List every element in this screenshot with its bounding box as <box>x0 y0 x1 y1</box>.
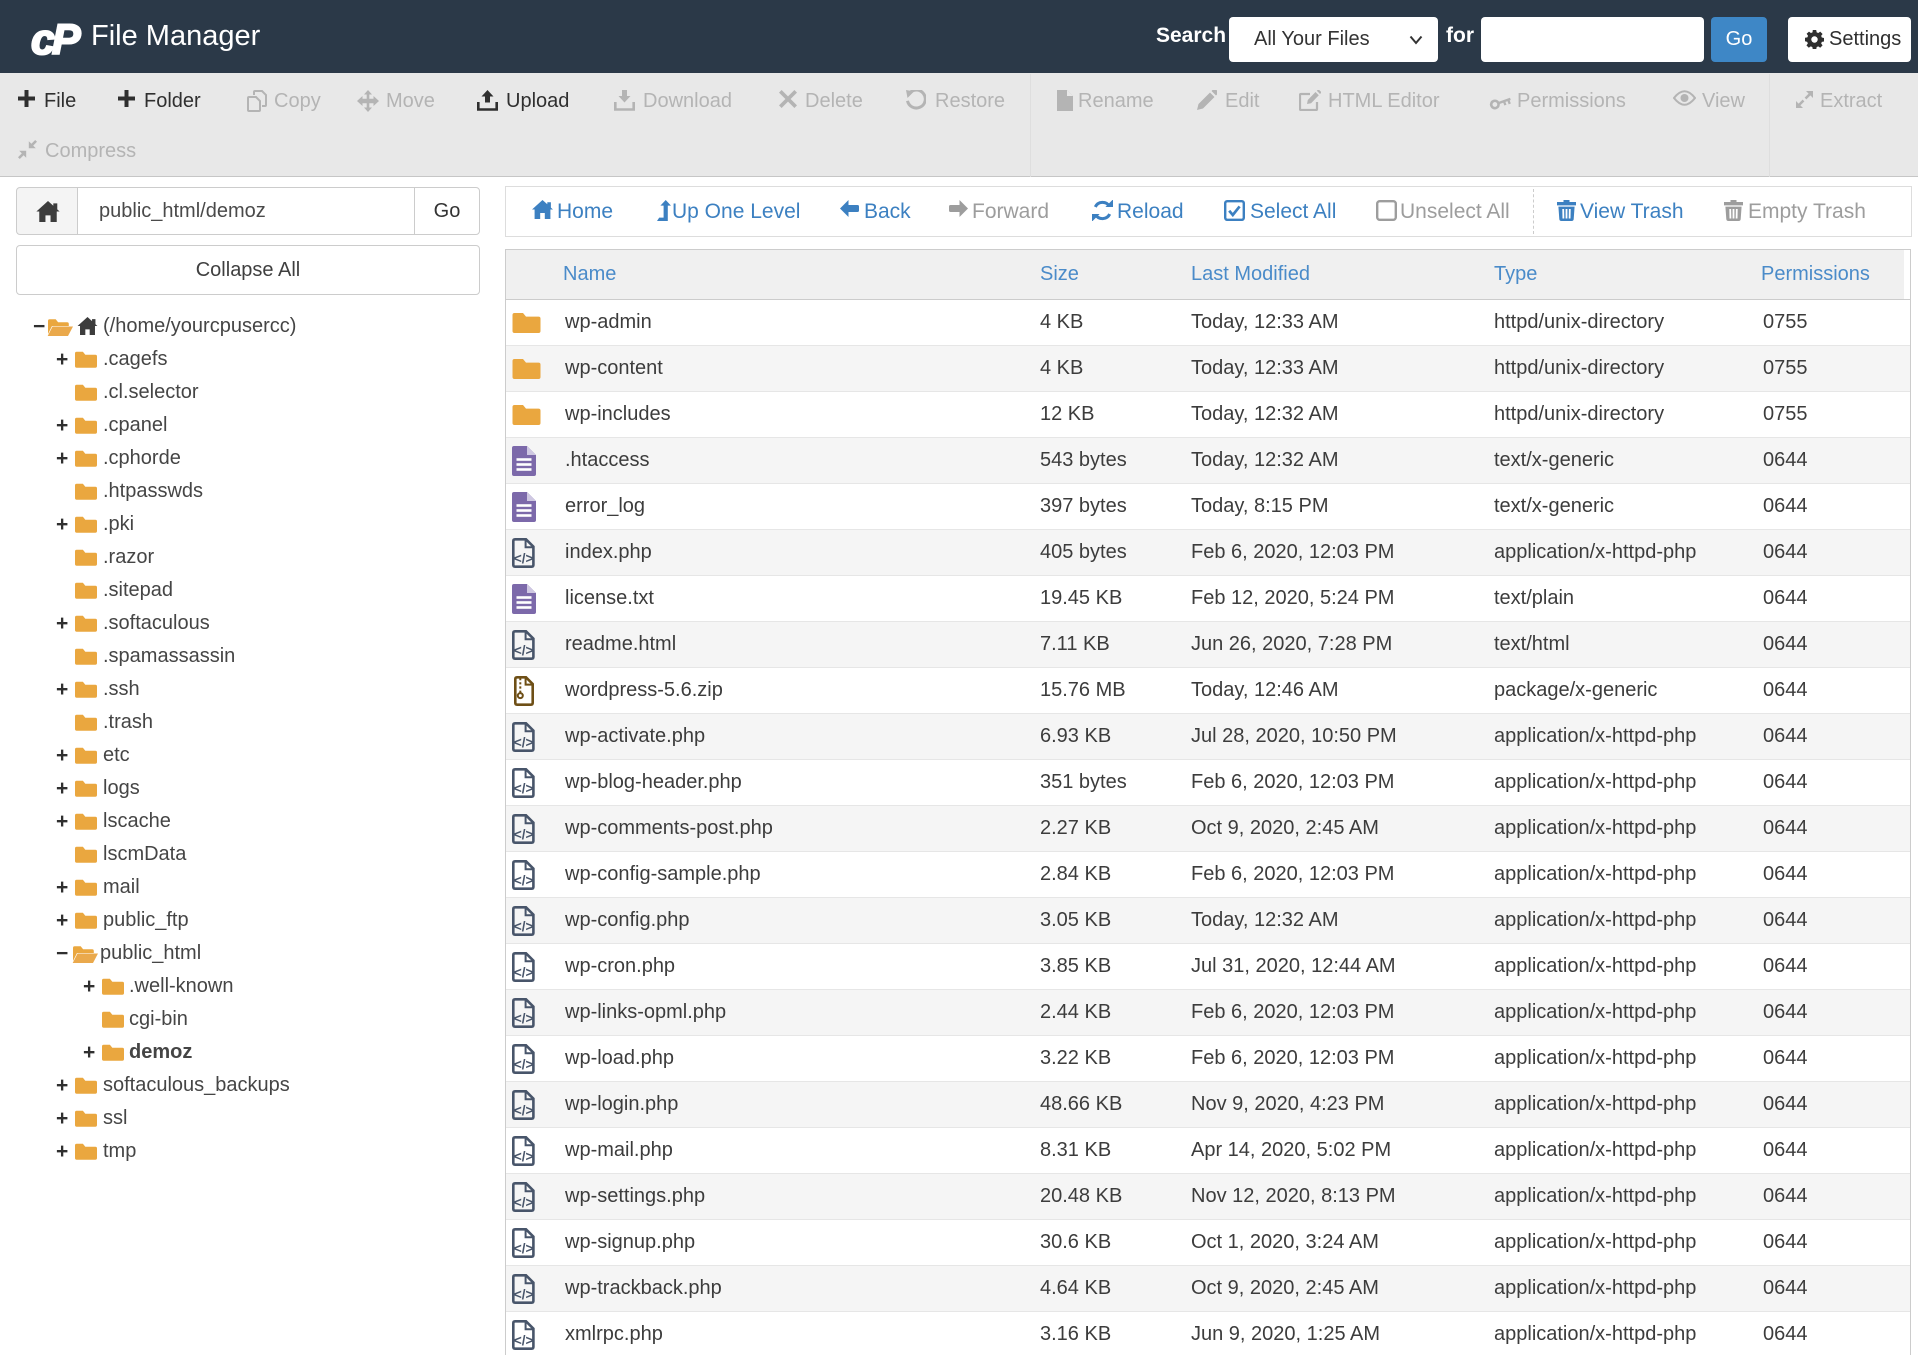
svg-text:</>: </> <box>514 919 534 934</box>
svg-text:</>: </> <box>514 1241 534 1256</box>
svg-text:</>: </> <box>514 1103 534 1118</box>
svg-text:</>: </> <box>514 1011 534 1026</box>
svg-text:</>: </> <box>514 1149 534 1164</box>
svg-text:</>: </> <box>514 643 534 658</box>
svg-text:</>: </> <box>514 551 534 566</box>
svg-text:</>: </> <box>514 1057 534 1072</box>
svg-text:</>: </> <box>514 735 534 750</box>
svg-text:</>: </> <box>514 1287 534 1302</box>
svg-text:</>: </> <box>514 781 534 796</box>
svg-text:</>: </> <box>514 965 534 980</box>
svg-text:cP: cP <box>31 16 81 64</box>
svg-text:</>: </> <box>514 1333 534 1348</box>
svg-text:</>: </> <box>514 1195 534 1210</box>
svg-text:</>: </> <box>514 827 534 842</box>
svg-text:</>: </> <box>514 873 534 888</box>
